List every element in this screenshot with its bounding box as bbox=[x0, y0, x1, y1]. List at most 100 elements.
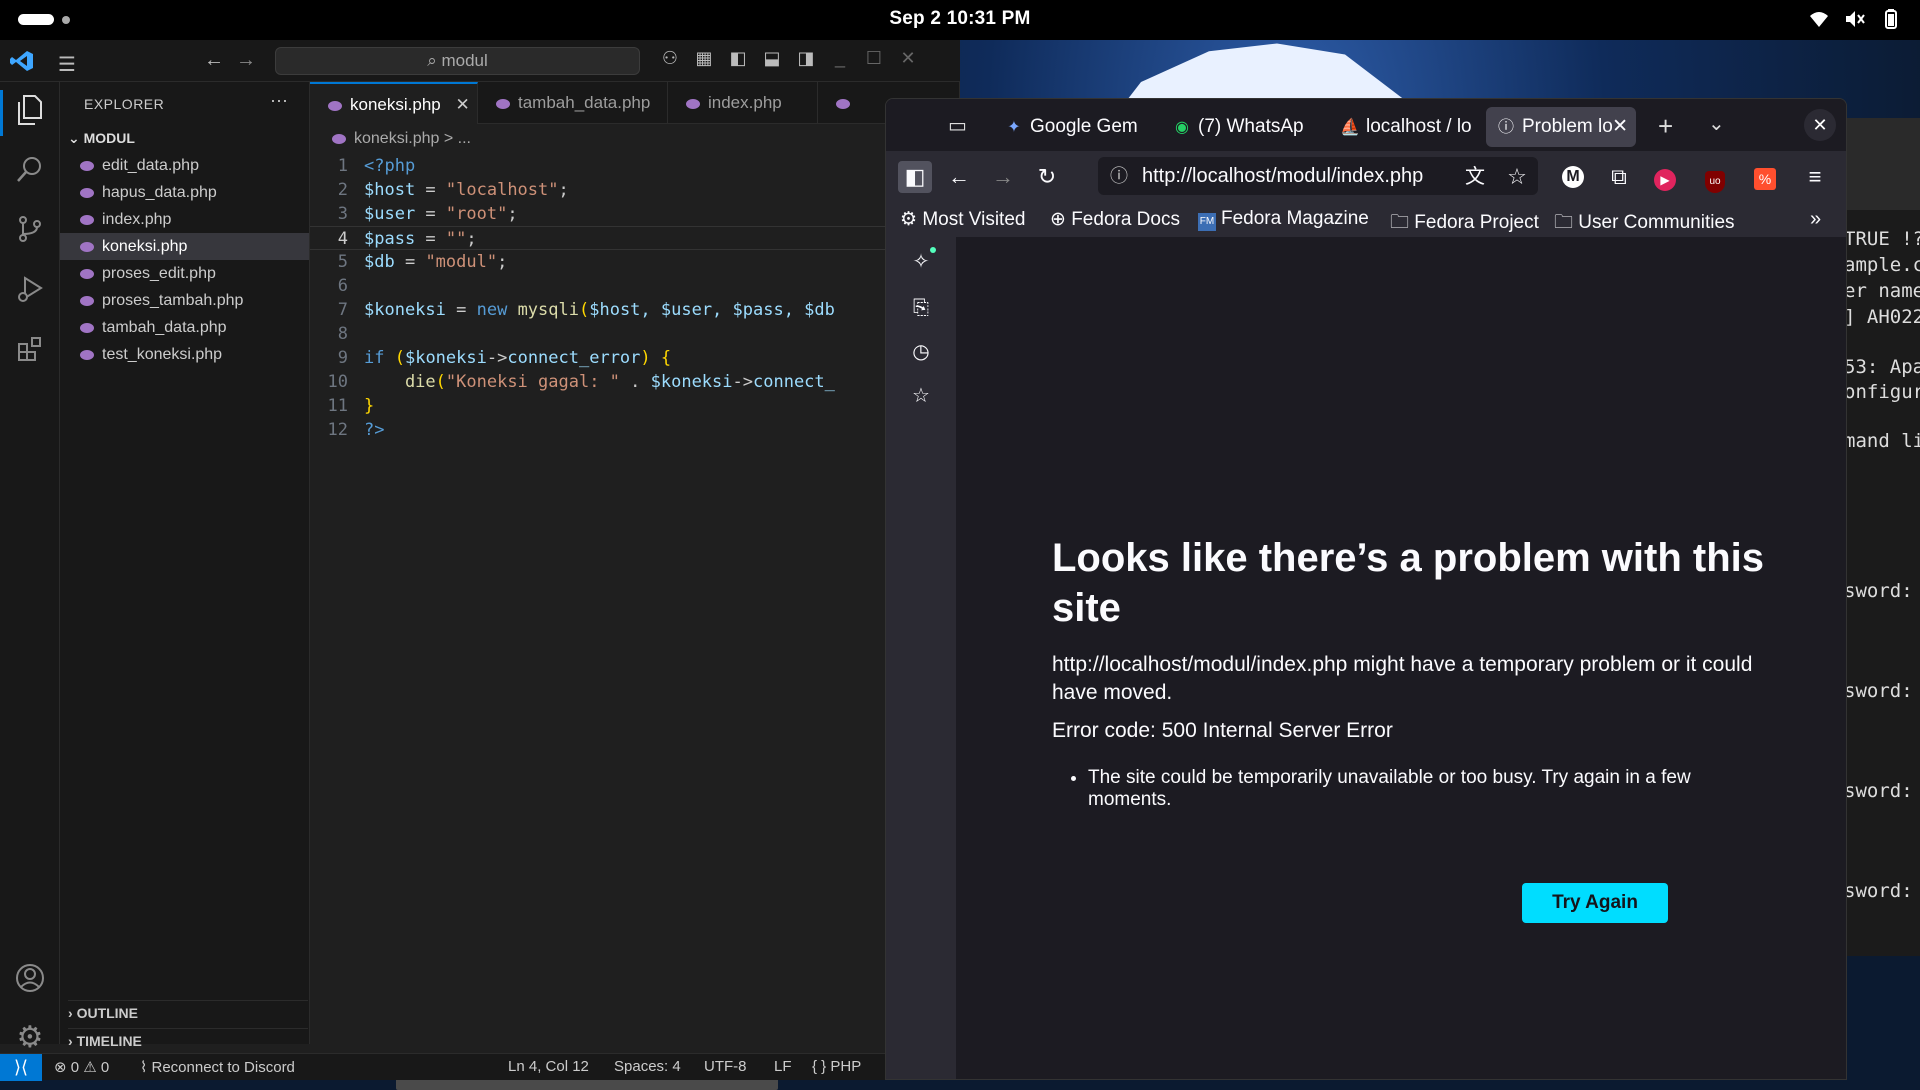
terminal-line: sword: bbox=[1844, 580, 1913, 602]
code-line: 7 $koneksi = new mysqli($host, $user, $pa… bbox=[310, 298, 960, 322]
settings-gear-icon[interactable]: ⚙ bbox=[12, 1020, 48, 1056]
cursor-position[interactable]: Ln 4, Col 12 bbox=[508, 1058, 589, 1075]
explorer-files-icon[interactable] bbox=[12, 94, 48, 130]
tab-koneksi[interactable]: koneksi.php ✕ bbox=[310, 82, 478, 124]
tab-index[interactable]: index.php bbox=[668, 82, 818, 124]
file-item[interactable]: index.php bbox=[60, 206, 309, 233]
ublock-icon[interactable]: uo bbox=[1698, 161, 1732, 193]
bookmark-fedora-magazine[interactable]: FM Fedora Magazine bbox=[1198, 208, 1369, 231]
back-icon[interactable]: ← bbox=[942, 161, 976, 193]
maximize-icon[interactable]: ☐ bbox=[864, 48, 884, 69]
forward-icon[interactable]: → bbox=[986, 161, 1020, 193]
line-ending[interactable]: LF bbox=[774, 1058, 792, 1075]
code-line: 12 ?> bbox=[310, 418, 960, 442]
search-icon[interactable] bbox=[12, 154, 48, 190]
breadcrumb[interactable]: koneksi.php > ... bbox=[332, 130, 471, 148]
error-code: Error code: 500 Internal Server Error bbox=[1052, 719, 1393, 742]
tab-whatsapp[interactable]: ◉ (7) WhatsAp bbox=[1162, 107, 1312, 147]
translate-icon[interactable]: 文 bbox=[1458, 161, 1492, 193]
source-control-icon[interactable] bbox=[12, 214, 48, 250]
code-token: "root" bbox=[445, 204, 508, 224]
history-clock-icon[interactable]: ◷ bbox=[906, 337, 936, 367]
encoding[interactable]: UTF-8 bbox=[704, 1058, 747, 1075]
tab-close-icon[interactable]: ✕ bbox=[1612, 107, 1628, 147]
minimize-icon[interactable]: _ bbox=[830, 48, 850, 69]
editor-area[interactable]: koneksi.php ✕ tambah_data.php index.php … bbox=[310, 82, 960, 1090]
system-tray[interactable] bbox=[1808, 8, 1902, 30]
bookmarks-star-icon[interactable]: ☆ bbox=[906, 381, 936, 411]
extension-play-icon[interactable]: ▶ bbox=[1648, 161, 1682, 193]
browser-sidebar: ✧ ⎘ ◷ ☆ bbox=[886, 237, 956, 1079]
back-arrow-icon[interactable]: ← bbox=[204, 49, 224, 72]
file-item-active[interactable]: koneksi.php bbox=[60, 233, 309, 260]
code-token: ( bbox=[435, 372, 446, 392]
pulse-icon: ⌇ bbox=[140, 1059, 152, 1076]
window-close-icon[interactable]: ✕ bbox=[1804, 109, 1836, 141]
php-file-icon bbox=[332, 133, 346, 144]
extensions-icon[interactable] bbox=[12, 334, 48, 370]
code-token: $pass bbox=[364, 229, 416, 249]
bookmark-fedora-project[interactable]: 🗀 Fedora Project bbox=[1390, 208, 1539, 240]
synced-tabs-icon[interactable]: ⎘ bbox=[906, 293, 936, 323]
bookmark-most-visited[interactable]: ⚙ Most Visited bbox=[900, 208, 1025, 231]
language-mode[interactable]: { } PHP bbox=[812, 1058, 861, 1075]
code-token: $host, $user, $pass, $db bbox=[589, 300, 835, 320]
extensions-puzzle-icon[interactable]: ⧉ bbox=[1602, 161, 1636, 193]
accounts-icon[interactable] bbox=[12, 962, 48, 998]
remote-indicator-icon[interactable]: ⟩⟨ bbox=[0, 1054, 42, 1081]
extension-percent-icon[interactable]: % bbox=[1748, 161, 1782, 193]
gear-icon: ⚙ bbox=[900, 209, 923, 230]
timeline-section[interactable]: › TIMELINE bbox=[68, 1028, 308, 1049]
customize-layout-icon[interactable]: ▦ bbox=[694, 48, 714, 69]
error-title: Looks like there’s a problem with this s… bbox=[1052, 536, 1765, 630]
tab-google-gemini[interactable]: ✦ Google Gem bbox=[994, 107, 1144, 147]
outline-section[interactable]: › OUTLINE bbox=[68, 1000, 308, 1021]
extension-m-icon[interactable]: M bbox=[1556, 161, 1590, 193]
battery-icon bbox=[1880, 8, 1902, 30]
run-debug-icon[interactable] bbox=[12, 274, 48, 310]
bookmark-user-communities[interactable]: 🗀 User Communities bbox=[1554, 208, 1735, 240]
bookmark-label: Fedora Magazine bbox=[1221, 208, 1369, 229]
file-item[interactable]: edit_data.php bbox=[60, 152, 309, 179]
command-center-search[interactable]: ⌕ modul bbox=[275, 47, 640, 75]
tab-phpmyadmin[interactable]: ⛵ localhost / lo bbox=[1330, 107, 1480, 147]
bookmarks-overflow-icon[interactable]: » bbox=[1810, 208, 1821, 231]
code-token: connect_error bbox=[507, 348, 641, 368]
ai-chatbot-icon[interactable]: ✧ bbox=[906, 247, 936, 277]
toggle-panel-icon[interactable]: ⬓ bbox=[762, 48, 782, 69]
tab-tambah-data[interactable]: tambah_data.php bbox=[478, 82, 668, 124]
timeline-label: TIMELINE bbox=[76, 1033, 142, 1049]
file-item[interactable]: proses_edit.php bbox=[60, 260, 309, 287]
toggle-sidebar-icon[interactable]: ◧ bbox=[728, 48, 748, 69]
reload-icon[interactable]: ↻ bbox=[1030, 161, 1064, 193]
bookmark-fedora-docs[interactable]: ⊕ Fedora Docs bbox=[1050, 208, 1180, 231]
bookmark-star-icon[interactable]: ☆ bbox=[1500, 161, 1534, 193]
url-text: http://localhost/modul/index.php bbox=[1142, 165, 1424, 187]
try-again-button[interactable]: Try Again bbox=[1522, 883, 1668, 923]
file-item[interactable]: proses_tambah.php bbox=[60, 287, 309, 314]
new-tab-icon[interactable]: + bbox=[1658, 111, 1673, 142]
close-icon[interactable]: ✕ bbox=[898, 48, 918, 69]
site-info-icon[interactable]: ⓘ bbox=[1110, 157, 1128, 195]
clock[interactable]: Sep 2 10:31 PM bbox=[0, 8, 1920, 30]
gemini-icon: ✦ bbox=[1007, 119, 1021, 136]
file-item[interactable]: tambah_data.php bbox=[60, 314, 309, 341]
sidebar-toggle-icon[interactable]: ◧ bbox=[898, 161, 932, 193]
forward-arrow-icon[interactable]: → bbox=[236, 49, 256, 72]
discord-status[interactable]: ⌇ Reconnect to Discord bbox=[140, 1058, 295, 1076]
file-item[interactable]: hapus_data.php bbox=[60, 179, 309, 206]
tab-manager-icon[interactable]: ▭ bbox=[948, 113, 967, 138]
problems-indicator[interactable]: ⊗ 0 ⚠ 0 bbox=[54, 1058, 109, 1076]
menu-icon[interactable]: ☰ bbox=[58, 52, 76, 77]
folder-header[interactable]: ⌄ MODUL bbox=[68, 130, 135, 147]
file-item[interactable]: test_koneksi.php bbox=[60, 341, 309, 368]
list-all-tabs-icon[interactable]: ⌄ bbox=[1708, 111, 1725, 136]
indentation[interactable]: Spaces: 4 bbox=[614, 1058, 681, 1075]
tab-problem-loading[interactable]: ⓘ Problem lo ✕ bbox=[1486, 107, 1636, 147]
menu-hamburger-icon[interactable]: ≡ bbox=[1798, 161, 1832, 193]
more-actions-icon[interactable]: ··· bbox=[270, 90, 288, 111]
copilot-icon[interactable]: ⚇ bbox=[660, 48, 680, 69]
line-number: 1 bbox=[337, 156, 348, 176]
tab-close-icon[interactable]: ✕ bbox=[455, 95, 469, 114]
toggle-secondary-sidebar-icon[interactable]: ◨ bbox=[796, 48, 816, 69]
